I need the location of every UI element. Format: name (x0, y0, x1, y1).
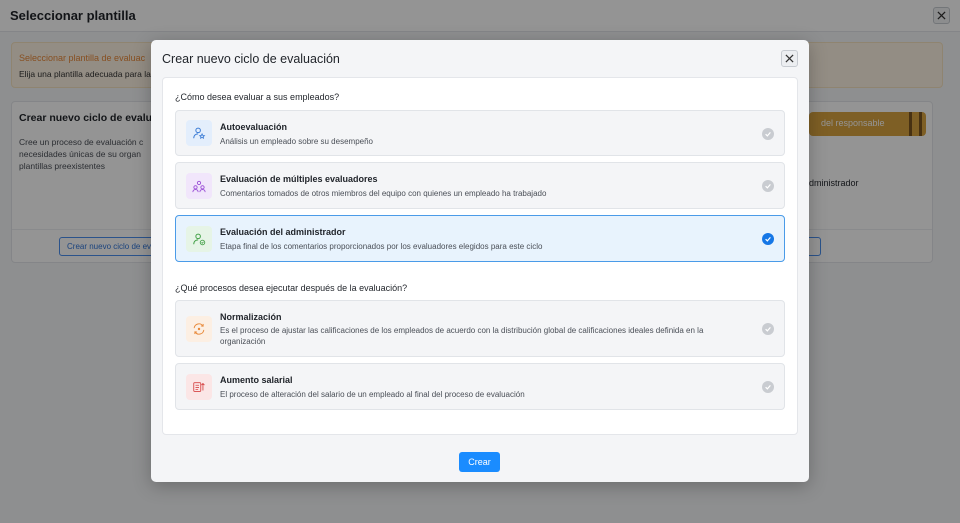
option-title: Aumento salarial (220, 375, 293, 385)
user-check-icon (186, 226, 212, 252)
option-multiple-evaluators[interactable]: Evaluación de múltiples evaluadores Come… (175, 162, 785, 209)
salary-icon (186, 374, 212, 400)
option-description: Etapa final de los comentarios proporcio… (220, 242, 543, 251)
create-button[interactable]: Crear (459, 452, 500, 472)
option-administrator-evaluation[interactable]: Evaluación del administrador Etapa final… (175, 215, 785, 262)
option-description: Comentarios tomados de otros miembros de… (220, 189, 547, 198)
user-star-icon (186, 120, 212, 146)
close-icon (785, 54, 794, 63)
option-normalization[interactable]: Normalización Es el proceso de ajustar l… (175, 300, 785, 357)
option-title: Normalización (220, 312, 282, 322)
check-icon (762, 180, 774, 192)
check-icon (762, 381, 774, 393)
process-question: ¿Qué procesos desea ejecutar después de … (175, 283, 408, 293)
check-selected-icon (762, 233, 774, 245)
modal-title: Crear nuevo ciclo de evaluación (162, 52, 340, 66)
group-icon (186, 173, 212, 199)
option-title: Autoevaluación (220, 122, 288, 132)
option-description: Es el proceso de ajustar las calificacio… (220, 326, 704, 346)
option-salary-increase[interactable]: Aumento salarial El proceso de alteració… (175, 363, 785, 410)
option-self-evaluation[interactable]: Autoevaluación Análisis un empleado sobr… (175, 110, 785, 156)
evaluation-question: ¿Cómo desea evaluar a sus empleados? (175, 92, 340, 102)
option-title: Evaluación de múltiples evaluadores (220, 174, 378, 184)
modal-close-button[interactable] (781, 50, 798, 67)
option-description: Análisis un empleado sobre su desempeño (220, 137, 373, 146)
option-description: El proceso de alteración del salario de … (220, 390, 525, 399)
option-title: Evaluación del administrador (220, 227, 346, 237)
normalize-icon (186, 316, 212, 342)
create-cycle-modal: Crear nuevo ciclo de evaluación ¿Cómo de… (151, 40, 809, 482)
modal-body: ¿Cómo desea evaluar a sus empleados? Aut… (162, 77, 798, 435)
check-icon (762, 323, 774, 335)
check-icon (762, 128, 774, 140)
